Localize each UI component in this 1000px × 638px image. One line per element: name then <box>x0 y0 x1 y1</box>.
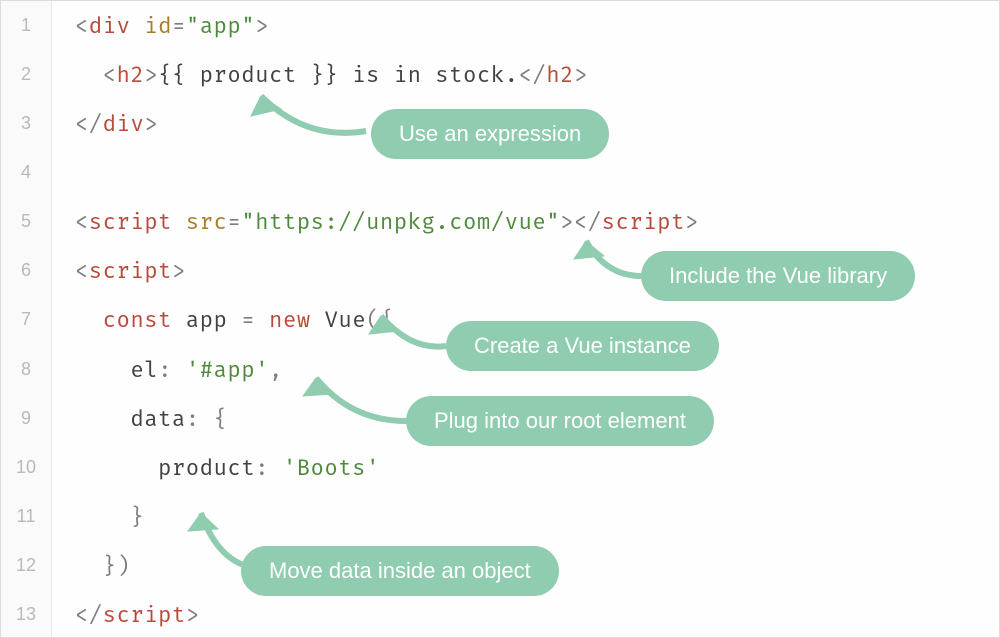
annotation-create-instance: Create a Vue instance <box>446 321 719 371</box>
line-number: 12 <box>1 555 51 576</box>
code-line: 13</script> <box>1 590 999 638</box>
annotation-plug-root-label: Plug into our root element <box>434 408 686 433</box>
code-line: 5<script src="https://unpkg.com/vue"></s… <box>1 197 999 246</box>
annotation-move-data: Move data inside an object <box>241 546 559 596</box>
line-number: 1 <box>1 15 51 36</box>
annotation-expression-label: Use an expression <box>399 121 581 146</box>
arrow-icon <box>291 366 421 436</box>
code-line: 10 product: 'Boots' <box>1 443 999 492</box>
annotation-expression: Use an expression <box>371 109 609 159</box>
code-content: } <box>51 503 144 530</box>
code-content: }) <box>51 552 130 579</box>
line-number: 4 <box>1 162 51 183</box>
line-number: 11 <box>1 506 51 527</box>
code-content: </div> <box>51 110 158 137</box>
code-content: <div id="app"> <box>51 12 269 39</box>
line-number: 9 <box>1 408 51 429</box>
line-number: 3 <box>1 113 51 134</box>
arrow-icon <box>176 501 266 576</box>
line-number: 6 <box>1 260 51 281</box>
code-line: 1<div id="app"> <box>1 1 999 50</box>
arrow-icon <box>361 306 456 361</box>
annotation-move-data-label: Move data inside an object <box>269 558 531 583</box>
code-editor-frame: 1<div id="app">2 <h2>{{ product }} is in… <box>0 0 1000 638</box>
code-content: el: '#app', <box>51 356 283 383</box>
line-number: 10 <box>1 457 51 478</box>
arrow-icon <box>236 81 376 151</box>
code-line: 11 } <box>1 492 999 541</box>
code-content: data: { <box>51 405 228 432</box>
code-content: product: 'Boots' <box>51 454 380 481</box>
code-content: </script> <box>51 601 200 628</box>
line-number: 13 <box>1 604 51 625</box>
line-number: 2 <box>1 64 51 85</box>
annotation-include-vue-label: Include the Vue library <box>669 263 887 288</box>
arrow-icon <box>566 231 656 291</box>
line-number: 5 <box>1 211 51 232</box>
code-content: const app = new Vue({ <box>51 306 394 333</box>
code-content: <script> <box>51 257 186 284</box>
annotation-plug-root: Plug into our root element <box>406 396 714 446</box>
line-number: 8 <box>1 359 51 380</box>
code-line: 2 <h2>{{ product }} is in stock.</h2> <box>1 50 999 99</box>
annotation-include-vue: Include the Vue library <box>641 251 915 301</box>
annotation-create-instance-label: Create a Vue instance <box>474 333 691 358</box>
line-number: 7 <box>1 309 51 330</box>
